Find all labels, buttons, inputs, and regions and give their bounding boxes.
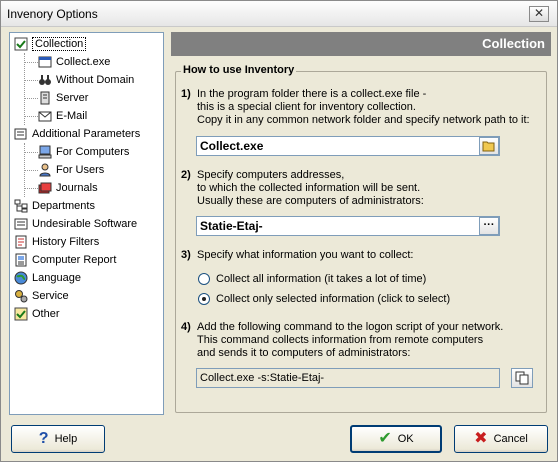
tree-item-label: Journals bbox=[56, 181, 98, 194]
step-2-line-1: Specify computers addresses, bbox=[197, 169, 345, 181]
radio-circle[interactable] bbox=[198, 273, 210, 285]
binoculars-icon bbox=[39, 74, 51, 85]
section-header: Collection bbox=[171, 32, 551, 56]
radio-circle[interactable] bbox=[198, 293, 210, 305]
copy-icon bbox=[515, 371, 529, 385]
ok-button[interactable]: ✔ OK bbox=[350, 425, 442, 453]
tree-item-email[interactable]: E-Mail bbox=[38, 107, 87, 124]
tree-item-label: Server bbox=[56, 91, 89, 104]
browse-folder-button[interactable] bbox=[479, 137, 499, 155]
step-4-number: 4) bbox=[181, 321, 191, 333]
server-icon bbox=[40, 91, 50, 104]
cancel-button[interactable]: ✖ Cancel bbox=[454, 425, 548, 453]
group-title: How to use Inventory bbox=[181, 64, 297, 76]
tree-item-label: Language bbox=[32, 271, 81, 284]
browse-addresses-button[interactable]: ··· bbox=[479, 217, 499, 235]
window-title: Invenory Options bbox=[7, 7, 98, 21]
departments-icon bbox=[14, 199, 28, 212]
checkmark-icon: ✔ bbox=[378, 430, 392, 447]
logon-command-field[interactable]: Collect.exe -s:Statie-Etaj- bbox=[196, 368, 500, 388]
step-1-line-1: In the program folder there is a collect… bbox=[197, 88, 427, 100]
step-4-line-3: and sends it to computers of administrat… bbox=[197, 347, 411, 359]
tree-item-journals[interactable]: Journals bbox=[38, 179, 98, 196]
cancel-label: Cancel bbox=[493, 433, 528, 445]
tree-item-label: Undesirable Software bbox=[32, 217, 138, 230]
help-label: Help bbox=[54, 433, 78, 445]
tree-item-for-users[interactable]: For Users bbox=[38, 161, 104, 178]
tree-item-additional-parameters[interactable]: Additional Parameters bbox=[14, 125, 140, 142]
step-1-line-3: Copy it in any common network folder and… bbox=[197, 114, 530, 126]
options-tree[interactable]: Collection Collect.exe Without Domain Se… bbox=[9, 32, 164, 415]
help-button[interactable]: ? Help bbox=[11, 425, 105, 453]
close-button[interactable]: ✕ bbox=[529, 6, 549, 22]
gears-icon bbox=[15, 289, 28, 302]
step-1-number: 1) bbox=[181, 88, 191, 100]
user-icon bbox=[39, 163, 51, 176]
window-icon bbox=[38, 56, 52, 67]
tree-item-computer-report[interactable]: Computer Report bbox=[14, 251, 116, 268]
computer-icon bbox=[38, 145, 52, 158]
globe-icon bbox=[14, 271, 28, 284]
undesirable-software-icon bbox=[14, 218, 28, 229]
tree-item-label: E-Mail bbox=[56, 109, 88, 122]
tree-item-label: Other bbox=[32, 307, 60, 320]
tree-item-other[interactable]: Other bbox=[14, 305, 60, 322]
tree-item-collect-exe[interactable]: Collect.exe bbox=[38, 53, 110, 70]
checkbox-icon bbox=[14, 37, 28, 50]
history-icon bbox=[15, 235, 27, 248]
step-4-line-1: Add the following command to the logon s… bbox=[197, 321, 504, 333]
admin-addresses-input[interactable]: Statie-Etaj- bbox=[196, 216, 500, 236]
help-icon: ? bbox=[38, 430, 49, 447]
tree-item-undesirable-software[interactable]: Undesirable Software bbox=[14, 215, 137, 232]
tree-item-label: History Filters bbox=[32, 235, 100, 248]
step-2-number: 2) bbox=[181, 169, 191, 181]
tree-item-server[interactable]: Server bbox=[38, 89, 88, 106]
tree-item-history-filters[interactable]: History Filters bbox=[14, 233, 99, 250]
tree-item-label: For Users bbox=[56, 163, 105, 176]
step-2-line-2: to which the collected information will … bbox=[197, 182, 421, 194]
options-window: Invenory Options ✕ Collection Collect.ex… bbox=[0, 0, 558, 462]
step-4-line-2: This command collects information from r… bbox=[197, 334, 484, 346]
tree-item-label: Departments bbox=[32, 199, 95, 212]
step-3-line-1: Specify what information you want to col… bbox=[197, 249, 414, 261]
tree-item-label: Without Domain bbox=[56, 73, 135, 86]
parameters-icon bbox=[14, 128, 27, 139]
tree-item-label: For Computers bbox=[56, 145, 130, 158]
title-bar: Invenory Options ✕ bbox=[1, 1, 557, 27]
cancel-x-icon: ✖ bbox=[474, 430, 488, 447]
tree-item-collection[interactable]: Collection bbox=[14, 35, 87, 52]
radio-label: Collect all information (it takes a lot … bbox=[216, 273, 427, 285]
tree-item-without-domain[interactable]: Without Domain bbox=[38, 71, 134, 88]
step-1-line-2: this is a special client for inventory c… bbox=[197, 101, 416, 113]
copy-command-button[interactable] bbox=[511, 368, 533, 388]
folder-icon bbox=[482, 141, 495, 152]
checkbox-icon bbox=[14, 307, 28, 320]
journals-icon bbox=[38, 182, 52, 193]
radio-collect-selected[interactable]: Collect only selected information (click… bbox=[198, 293, 450, 305]
tree-item-label: Collect.exe bbox=[56, 55, 111, 68]
tree-item-label: Additional Parameters bbox=[32, 127, 141, 140]
tree-item-for-computers[interactable]: For Computers bbox=[38, 143, 129, 160]
section-title: Collection bbox=[482, 36, 545, 51]
tree-item-departments[interactable]: Departments bbox=[14, 197, 95, 214]
step-2-line-3: Usually these are computers of administr… bbox=[197, 195, 424, 207]
radio-collect-all[interactable]: Collect all information (it takes a lot … bbox=[198, 273, 426, 285]
email-icon bbox=[38, 111, 52, 121]
ok-label: OK bbox=[397, 433, 414, 445]
collect-exe-path-input[interactable]: Collect.exe bbox=[196, 136, 500, 156]
report-icon bbox=[15, 253, 27, 266]
tree-item-service[interactable]: Service bbox=[14, 287, 69, 304]
radio-label: Collect only selected information (click… bbox=[216, 293, 451, 305]
step-3-number: 3) bbox=[181, 249, 191, 261]
tree-item-language[interactable]: Language bbox=[14, 269, 81, 286]
tree-item-label: Collection bbox=[32, 36, 87, 51]
tree-item-label: Service bbox=[32, 289, 69, 302]
tree-item-label: Computer Report bbox=[32, 253, 117, 266]
